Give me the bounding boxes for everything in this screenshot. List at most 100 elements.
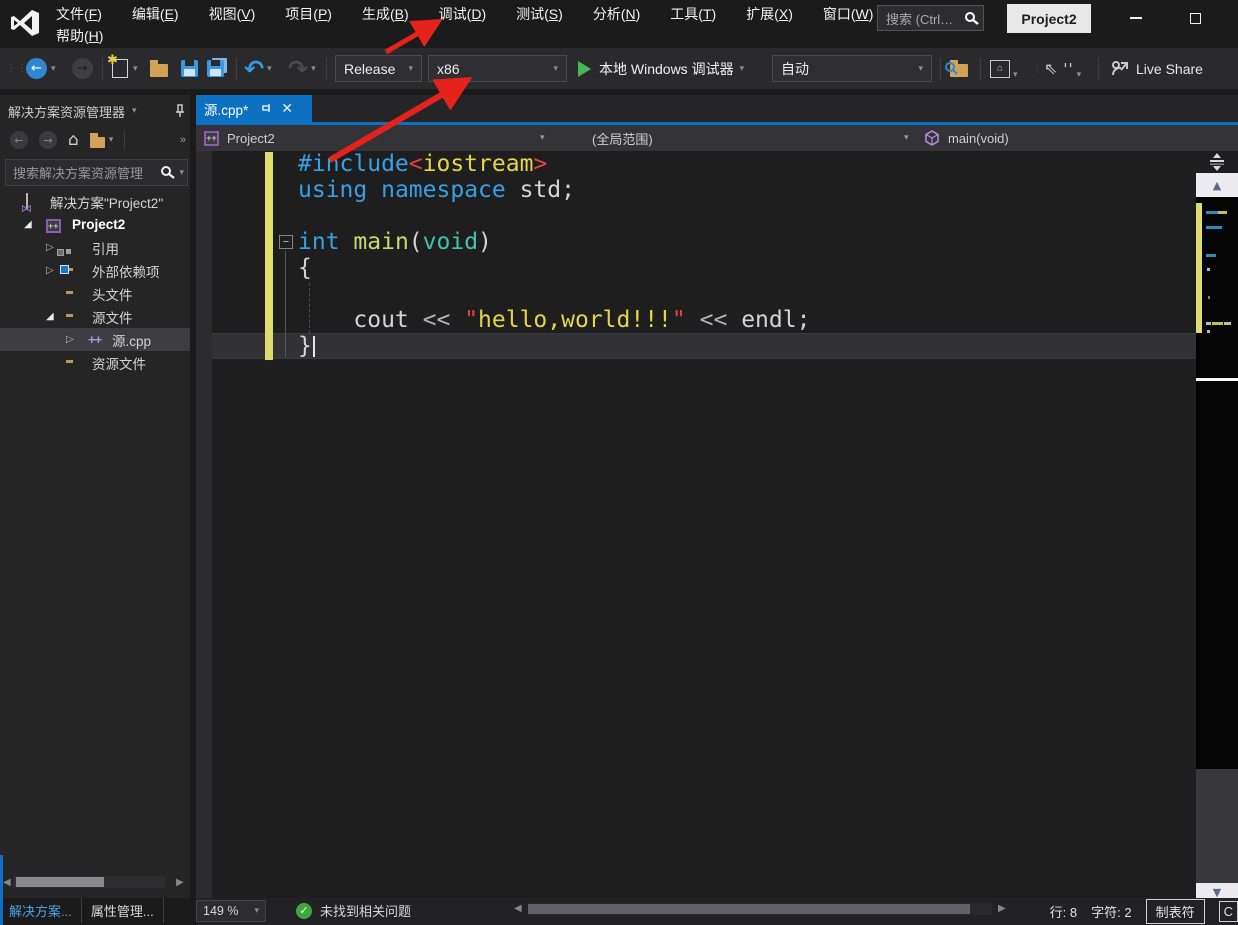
status-line-number: 行: 8	[1049, 904, 1078, 920]
find-in-files-button[interactable]	[945, 48, 968, 89]
expand-icon[interactable]: ▷	[66, 334, 74, 345]
menu-item-窗口W[interactable]: 窗口(W)	[821, 3, 876, 25]
toolbar-separator	[236, 57, 237, 80]
navigate-back-button[interactable]: ← ▾	[26, 48, 56, 89]
expand-icon[interactable]: ▷	[46, 242, 54, 253]
solution-explorer-header[interactable]: 解决方案资源管理器 ▾	[8, 100, 186, 122]
tree-forward-button[interactable]: →	[39, 131, 57, 149]
project-title-button[interactable]: Project2	[1007, 4, 1091, 33]
tree-item-资源文件[interactable]: 资源文件	[0, 351, 190, 374]
tool-window-tab-0[interactable]: 解决方案...	[0, 898, 81, 923]
menu-item-扩展X[interactable]: 扩展(X)	[744, 3, 795, 25]
collapse-icon[interactable]: ◢	[46, 311, 54, 322]
minimap-mark	[1207, 268, 1210, 271]
tree-item-头文件[interactable]: 头文件	[0, 282, 190, 305]
zoom-level-dropdown[interactable]: 149 % ▾	[196, 900, 266, 922]
minimize-button[interactable]	[1113, 0, 1159, 36]
code-editor[interactable]: − #include<iostream> using namespace std;…	[196, 151, 1196, 898]
tree-item-源.cpp[interactable]: ▷ ++ 源.cpp	[0, 328, 190, 351]
close-icon[interactable]: ✕	[281, 100, 293, 117]
tree-item-解决方案Project2[interactable]: ⋈ 解决方案"Project2"	[0, 190, 190, 215]
breadcrumb-scope[interactable]: (全局范围)	[592, 129, 653, 148]
menu-item-视图V[interactable]: 视图(V)	[207, 3, 258, 25]
tree-back-button[interactable]: ←	[10, 131, 28, 149]
scroll-right-icon[interactable]: ▶	[176, 877, 184, 888]
redo-button[interactable]: ↷ ▾	[288, 48, 316, 89]
save-all-button[interactable]	[207, 48, 224, 89]
tree-item-label: 解决方案"Project2"	[50, 195, 164, 211]
menu-item-测试S[interactable]: 测试(S)	[514, 3, 565, 25]
menu-item-项目P[interactable]: 项目(P)	[283, 3, 334, 25]
cpp-file-icon: ++	[88, 332, 102, 347]
tree-item-label: 资源文件	[92, 356, 146, 372]
menu-item-帮助H[interactable]: 帮助(H)	[54, 25, 105, 47]
breadcrumb-member[interactable]: main(void)	[948, 131, 1009, 146]
code-line-5: {	[298, 255, 312, 281]
home-icon[interactable]: ⌂	[68, 130, 79, 150]
undo-button[interactable]: ↶ ▾	[244, 48, 272, 89]
scroll-left-icon[interactable]: ◀	[514, 903, 522, 914]
solution-configuration-dropdown[interactable]: Release ▾	[335, 55, 422, 82]
magnifier-icon	[945, 62, 958, 75]
tool-window-tab-1[interactable]: 属性管理...	[80, 898, 164, 923]
status-eol-button[interactable]: C	[1218, 900, 1238, 922]
menu-item-工具T[interactable]: 工具(T)	[668, 3, 718, 25]
document-health-indicator[interactable]: ✓ 未找到相关问题	[296, 901, 411, 920]
menu-item-调试D[interactable]: 调试(D)	[437, 3, 488, 25]
code-text: #include<iostream> using namespace std; in…	[298, 151, 810, 359]
breadcrumb-scope-caret[interactable]: ▾	[904, 133, 909, 143]
collapse-icon[interactable]: ◢	[24, 219, 32, 230]
breadcrumb-project-caret[interactable]: ▾	[540, 133, 545, 143]
document-tab[interactable]: 源.cpp* ✕	[196, 95, 312, 122]
menu-item-分析N[interactable]: 分析(N)	[591, 3, 642, 25]
quick-search-placeholder: 搜索 (Ctrl…	[886, 11, 954, 27]
quick-search-input[interactable]: 搜索 (Ctrl…	[877, 5, 984, 31]
menu-item-编辑E[interactable]: 编辑(E)	[130, 3, 181, 25]
glyph-margin[interactable]	[196, 151, 212, 898]
menu-item-文件F[interactable]: 文件(F)	[54, 3, 104, 25]
scroll-up-button[interactable]: ▲	[1196, 173, 1238, 197]
minimap[interactable]	[1196, 197, 1238, 769]
editor-horizontal-scrollbar[interactable]: ◀ ▶	[514, 902, 1010, 916]
preview-button[interactable]: ⌂ ▾	[990, 48, 1018, 89]
tree-item-外部依赖项[interactable]: ▷ 外部依赖项	[0, 259, 190, 282]
maximize-icon	[1189, 12, 1201, 24]
search-folder-icon	[945, 60, 968, 77]
tree-item-label: Project2	[72, 217, 126, 232]
solution-horizontal-scrollbar[interactable]: ◀ ▶	[0, 874, 190, 890]
code-fold-toggle[interactable]: −	[279, 235, 293, 249]
navigate-forward-button[interactable]: →	[72, 48, 93, 89]
new-file-button[interactable]: ✱ ▾	[107, 48, 138, 89]
menu-item-生成B[interactable]: 生成(B)	[360, 3, 411, 25]
breadcrumb-project[interactable]: Project2	[227, 131, 275, 146]
expand-icon[interactable]: ▷	[46, 265, 54, 276]
save-button[interactable]	[181, 48, 198, 89]
solution-platform-dropdown[interactable]: x86 ▾	[428, 55, 567, 82]
tree-item-引用[interactable]: ▷ 引用	[0, 236, 190, 259]
pointer-mode-button[interactable]: ⇖ '' ▾	[1044, 48, 1081, 89]
scrollbar-track[interactable]	[1196, 769, 1238, 883]
tree-item-源文件[interactable]: ◢ 源文件	[0, 305, 190, 328]
minimap-change-bar	[1196, 203, 1202, 333]
toolbar-grip[interactable]: ⋮⋮	[6, 48, 28, 89]
maximize-button[interactable]	[1172, 0, 1218, 36]
auto-dropdown[interactable]: 自动 ▾	[772, 55, 932, 82]
scroll-right-icon[interactable]: ▶	[998, 903, 1006, 914]
scrollbar-thumb[interactable]	[16, 877, 104, 887]
tree-item-Project2[interactable]: ◢ ++ Project2	[0, 213, 190, 236]
pin-icon[interactable]	[174, 104, 186, 118]
switch-views-button[interactable]: ▾	[89, 132, 113, 148]
solution-search-placeholder: 搜索解决方案资源管理	[13, 166, 144, 181]
live-share-button[interactable]: Live Share	[1110, 48, 1203, 89]
pin-icon[interactable]	[262, 103, 273, 115]
open-file-button[interactable]	[150, 48, 168, 89]
status-tabs-button[interactable]: 制表符	[1145, 898, 1205, 924]
start-debugging-button[interactable]: 本地 Windows 调试器 ▾	[578, 48, 744, 89]
visual-studio-window: 文件(F) 编辑(E) 视图(V) 项目(P) 生成(B) 调试(D) 测试(S) 分析(N)…	[0, 0, 1238, 925]
editor-vertical-scrollbar[interactable]: ▲ ▼	[1196, 151, 1238, 901]
scroll-left-icon[interactable]: ◀	[3, 877, 11, 888]
solution-search-input[interactable]: 搜索解决方案资源管理 ▾	[5, 159, 188, 186]
overflow-chevrons-icon[interactable]: »	[180, 134, 186, 146]
splitter-handle[interactable]	[1196, 151, 1238, 173]
scrollbar-thumb[interactable]	[528, 904, 970, 914]
